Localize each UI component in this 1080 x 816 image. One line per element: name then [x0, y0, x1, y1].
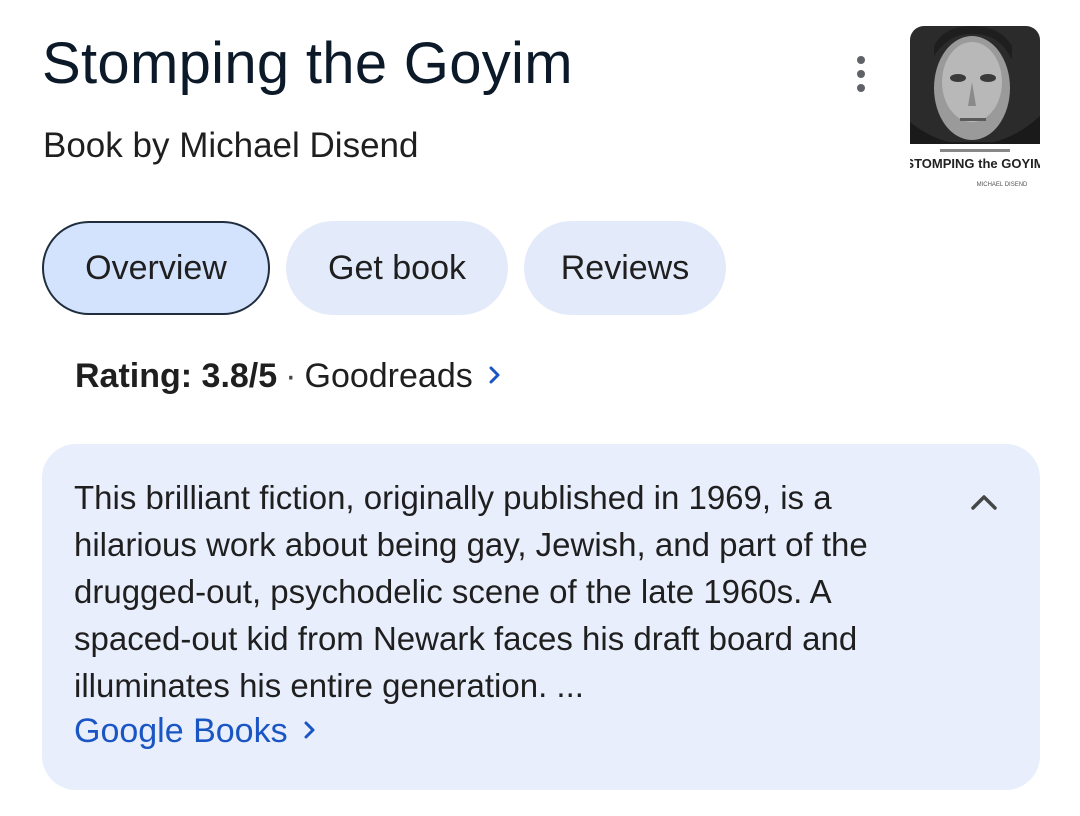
tab-get-book[interactable]: Get book — [286, 221, 508, 315]
book-cover-image[interactable]: STOMPING the GOYIM MICHAEL DISEND — [910, 26, 1040, 198]
knowledge-panel: Stomping the Goyim Book by Michael Disen… — [0, 0, 1080, 816]
book-subtitle: Book by Michael Disend — [43, 126, 419, 165]
rating-row: Rating: 3.8/5 · Goodreads — [75, 357, 503, 396]
chevron-up-icon — [971, 495, 997, 510]
tab-overview[interactable]: Overview — [42, 221, 270, 315]
collapse-button[interactable] — [962, 480, 1006, 524]
cover-title-text: STOMPING the GOYIM — [910, 156, 1040, 171]
cover-author-text: MICHAEL DISEND — [977, 182, 1028, 188]
tab-reviews[interactable]: Reviews — [524, 221, 726, 315]
cover-art: STOMPING the GOYIM MICHAEL DISEND — [910, 26, 1040, 198]
google-books-link[interactable]: Google Books — [74, 712, 318, 751]
rating-value: Rating: 3.8/5 — [75, 357, 278, 395]
chevron-right-icon — [302, 712, 318, 751]
rating-source-link[interactable]: Goodreads — [305, 357, 473, 396]
description-card: This brilliant fiction, originally publi… — [42, 444, 1040, 790]
tab-bar: Overview Get book Reviews — [42, 221, 726, 315]
book-title: Stomping the Goyim — [42, 31, 573, 96]
rating-separator: · — [285, 357, 297, 395]
google-books-label: Google Books — [74, 712, 288, 750]
chevron-right-icon[interactable] — [487, 357, 503, 396]
more-options-button[interactable] — [838, 50, 884, 98]
description-text: This brilliant fiction, originally publi… — [74, 479, 868, 704]
more-vert-icon — [857, 56, 865, 64]
